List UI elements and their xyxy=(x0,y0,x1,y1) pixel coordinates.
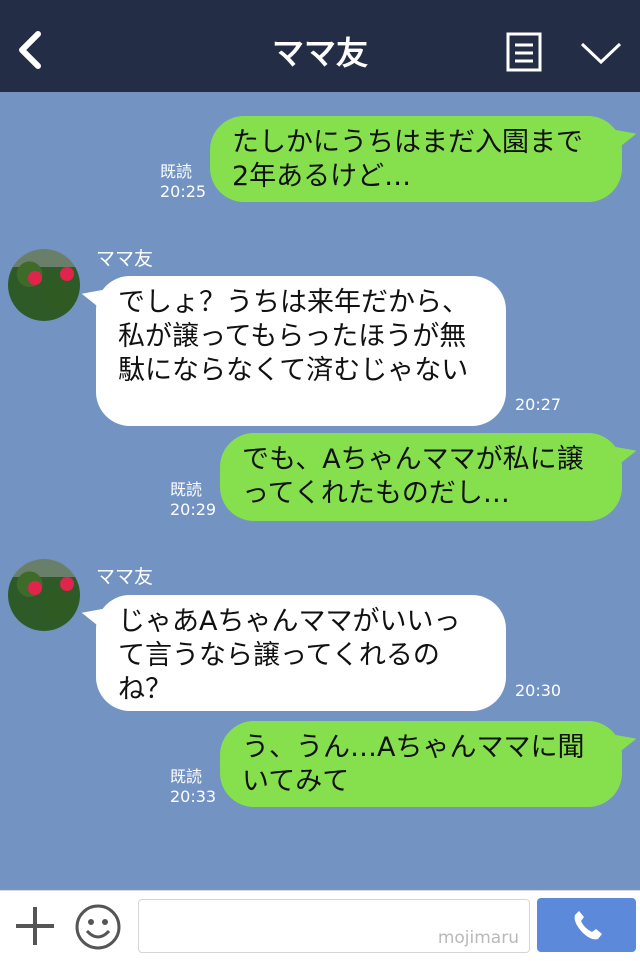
chat-header: ママ友 xyxy=(0,0,640,92)
call-button[interactable] xyxy=(537,898,636,952)
sender-name: ママ友 xyxy=(96,248,154,270)
message-time: 20:30 xyxy=(515,681,562,700)
watermark-text: mojimaru xyxy=(437,928,519,948)
read-status: 既読 20:25 xyxy=(160,162,206,202)
read-label: 既読 xyxy=(170,767,203,786)
input-bar: mojimaru xyxy=(0,890,640,961)
read-label: 既読 xyxy=(160,162,193,181)
avatar[interactable] xyxy=(8,249,80,321)
phone-icon xyxy=(574,911,602,940)
sender-name: ママ友 xyxy=(96,566,154,588)
read-label: 既読 xyxy=(170,480,203,499)
message-time: 20:27 xyxy=(515,395,562,414)
avatar[interactable] xyxy=(8,559,80,631)
message-time: 20:33 xyxy=(170,787,217,806)
message-bubble-incoming[interactable]: じゃあAちゃんママがいいって言うなら譲ってくれるのね？ xyxy=(96,595,506,711)
message-bubble-outgoing[interactable]: でも、Aちゃんママが私に譲ってくれたものだし… xyxy=(220,433,622,521)
plus-icon[interactable] xyxy=(14,905,56,947)
message-time: 20:25 xyxy=(160,182,207,201)
read-status: 既読 20:29 xyxy=(170,480,216,520)
emoji-icon[interactable] xyxy=(74,903,122,951)
message-time: 20:29 xyxy=(170,500,217,519)
message-bubble-incoming[interactable]: でしょ？うちは来年だから、私が譲ってもらったほうが無駄にならなくて済むじゃない xyxy=(96,276,506,426)
notes-icon[interactable] xyxy=(506,32,542,72)
message-input[interactable]: mojimaru xyxy=(138,899,530,953)
read-status: 既読 20:33 xyxy=(170,767,216,807)
message-bubble-outgoing[interactable]: う、うん…Aちゃんママに聞いてみて xyxy=(220,721,622,807)
message-bubble-outgoing[interactable]: たしかにうちはまだ入園まで2年あるけど… xyxy=(210,116,622,202)
message-list: 既読 20:25 たしかにうちはまだ入園まで2年あるけど… ママ友 でしょ？うち… xyxy=(0,92,640,890)
chevron-down-icon[interactable] xyxy=(578,38,624,68)
chat-title: ママ友 xyxy=(271,34,368,72)
